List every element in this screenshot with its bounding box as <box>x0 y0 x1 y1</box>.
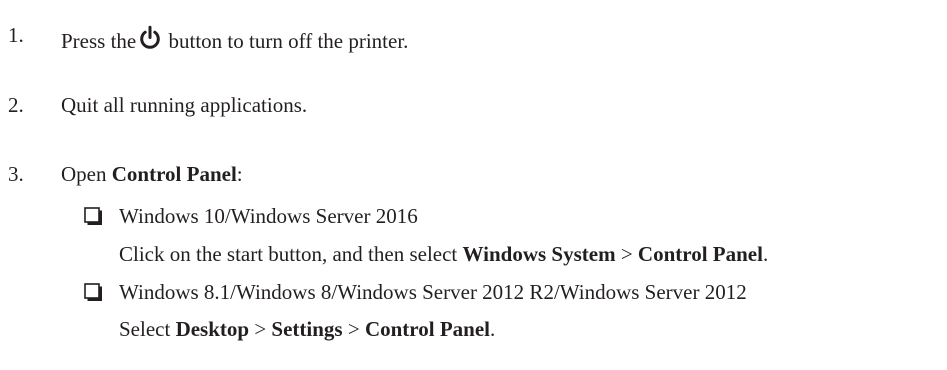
option-description: Click on the start button, and then sele… <box>119 244 768 265</box>
control-panel-label: Control Panel <box>111 162 237 186</box>
step-number: 1. <box>8 23 24 47</box>
page: { "steps": [ { "number": "1.", "text_bef… <box>0 0 947 370</box>
step-text: Quit all running applications. <box>61 93 308 117</box>
step-text-after: : <box>236 162 243 186</box>
step-number: 3. <box>8 162 24 186</box>
step-text: Open Control Panel: <box>61 164 243 185</box>
control-panel-label: Control Panel <box>637 242 763 266</box>
checkbox-icon <box>84 207 102 225</box>
desc-text: Click on the start button, and then sele… <box>119 242 463 266</box>
control-panel-label: Control Panel <box>364 317 490 341</box>
desc-separator: > <box>615 242 638 266</box>
step-text: Press the button to turn off the printer… <box>61 25 408 52</box>
step-text-before: Open <box>61 162 112 186</box>
desc-separator: > <box>342 317 365 341</box>
desc-separator: > <box>249 317 272 341</box>
step-number: 2. <box>8 93 24 117</box>
desc-period: . <box>762 242 769 266</box>
desc-period: . <box>489 317 496 341</box>
windows-system-label: Windows System <box>462 242 616 266</box>
checkbox-icon <box>84 283 102 301</box>
option-description: Select Desktop > Settings > Control Pane… <box>119 319 495 340</box>
step-text-before: Press the <box>61 29 137 53</box>
power-icon <box>140 25 160 49</box>
desktop-label: Desktop <box>175 317 250 341</box>
desc-text: Select <box>119 317 176 341</box>
option-title: Windows 8.1/Windows 8/Windows Server 201… <box>119 280 747 304</box>
settings-label: Settings <box>271 317 343 341</box>
step-text-after: button to turn off the printer. <box>168 29 409 53</box>
option-title: Windows 10/Windows Server 2016 <box>119 204 418 228</box>
